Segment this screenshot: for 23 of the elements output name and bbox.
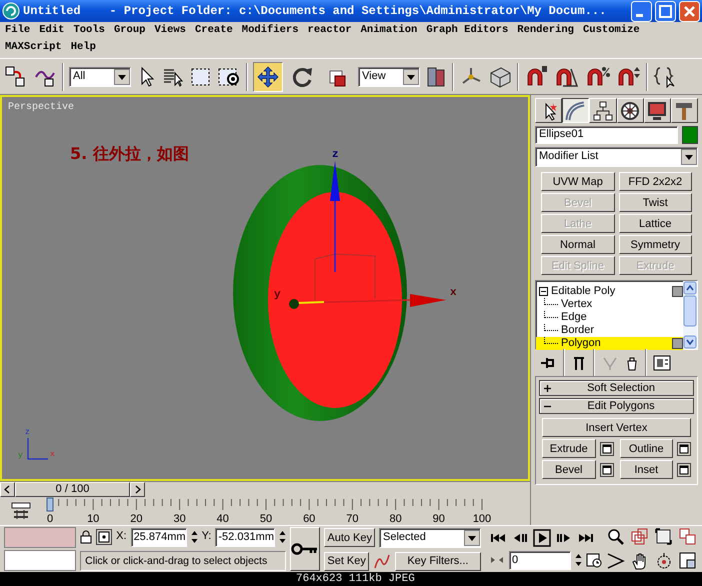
frame-number: 30 bbox=[173, 513, 186, 525]
coordinate-label: Y: bbox=[202, 530, 212, 544]
frame-number: 50 bbox=[260, 513, 272, 525]
frame-number: 40 bbox=[216, 513, 229, 525]
coordinate-label: X: bbox=[116, 530, 127, 544]
frame-number: 0 bbox=[46, 513, 54, 525]
frame-number: 80 bbox=[389, 513, 402, 525]
frame-number: 90 bbox=[432, 513, 445, 525]
frame-number: 20 bbox=[130, 513, 143, 525]
frame-number: 10 bbox=[87, 513, 100, 525]
window-title: Untitled - Project Folder: c:\Documents and Settings\Administrator\My Docum... bbox=[23, 4, 608, 18]
axis-label: y bbox=[274, 289, 281, 301]
frame-number: 100 bbox=[472, 513, 492, 525]
status-prompt: Click or click-and-drag to select objects bbox=[80, 550, 286, 570]
axis-label: y bbox=[18, 451, 23, 460]
frame-number: 70 bbox=[346, 513, 359, 525]
axis-label: x bbox=[50, 450, 55, 459]
axis-label: x bbox=[450, 287, 457, 299]
annotation-text: 5. 往外拉，如图 bbox=[70, 144, 189, 163]
axis-label: z bbox=[332, 149, 339, 161]
axis-label: z bbox=[25, 428, 30, 437]
image-info: 764x623 111kb JPEG bbox=[296, 573, 415, 585]
frame-number: 60 bbox=[303, 513, 316, 525]
